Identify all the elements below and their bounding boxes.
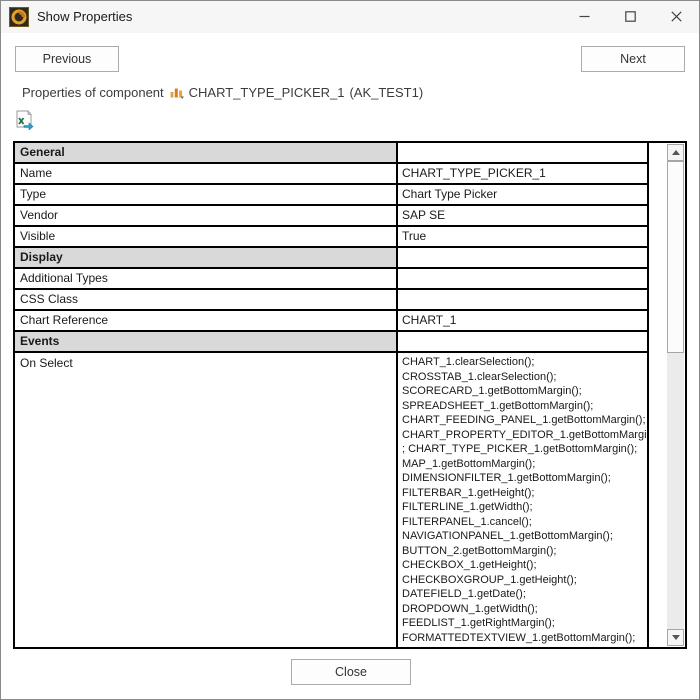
- section-header-label: Display: [15, 248, 398, 267]
- property-value: True: [398, 227, 647, 246]
- property-row: Vendor SAP SE: [15, 206, 647, 227]
- script-code-line: CHART_FEEDING_PANEL_1.getBottomMargin();: [402, 413, 647, 428]
- property-row: Name CHART_TYPE_PICKER_1: [15, 164, 647, 185]
- component-header: Properties of component CHART_TYPE_PICKE…: [22, 85, 423, 100]
- property-row: Type Chart Type Picker: [15, 185, 647, 206]
- script-code-line: MAP_1.getBottomMargin();: [402, 457, 647, 472]
- next-button[interactable]: Next: [581, 46, 685, 72]
- property-label: Additional Types: [15, 269, 398, 288]
- previous-button[interactable]: Previous: [15, 46, 119, 72]
- script-code-line: SCORECARD_1.getBottomMargin();: [402, 384, 647, 399]
- property-label: Chart Reference: [15, 311, 398, 330]
- export-to-excel-icon[interactable]: [15, 110, 34, 130]
- titlebar: Show Properties: [1, 1, 699, 33]
- section-header-label: General: [15, 143, 398, 162]
- property-label: Name: [15, 164, 398, 183]
- property-value: SAP SE: [398, 206, 647, 225]
- property-value: CHART_1.clearSelection();CROSSTAB_1.clea…: [398, 353, 647, 647]
- script-code-line: ; CHART_TYPE_PICKER_1.getBottomMargin();: [402, 442, 647, 457]
- section-header-value: [398, 143, 647, 162]
- minimize-icon: [579, 11, 590, 22]
- sap-lumira-logo-icon: [9, 7, 29, 27]
- script-code-line: DATEFIELD_1.getDate();: [402, 587, 647, 602]
- property-row: Additional Types: [15, 269, 647, 290]
- component-header-prefix: Properties of component: [22, 85, 164, 100]
- vertical-scrollbar[interactable]: [667, 144, 684, 646]
- column-chart-icon: [170, 86, 184, 99]
- property-row: Chart Reference CHART_1: [15, 311, 647, 332]
- scroll-down-arrow-icon: [672, 635, 680, 640]
- scroll-down-button[interactable]: [667, 629, 684, 646]
- scrollbar-thumb[interactable]: [667, 161, 684, 353]
- script-code-line: FILTERBAR_1.getHeight();: [402, 486, 647, 501]
- property-row: Visible True: [15, 227, 647, 248]
- script-code-line: FORMATTEDTEXTVIEW_1.getBottomMargin();: [402, 631, 647, 646]
- maximize-button[interactable]: [607, 1, 653, 33]
- property-row: CSS Class: [15, 290, 647, 311]
- property-row: On Select CHART_1.clearSelection();CROSS…: [15, 353, 647, 647]
- script-code-line: BUTTON_2.getBottomMargin();: [402, 544, 647, 559]
- script-code-line: CHART_1.clearSelection();: [402, 355, 647, 370]
- property-value: CHART_1: [398, 311, 647, 330]
- close-window-button[interactable]: [653, 1, 699, 33]
- section-header-value: [398, 332, 647, 351]
- section-header-row: Display: [15, 248, 647, 269]
- property-label: Vendor: [15, 206, 398, 225]
- property-value: Chart Type Picker: [398, 185, 647, 204]
- properties-grid: General Name CHART_TYPE_PICKER_1 Type Ch…: [13, 141, 687, 649]
- property-value: CHART_TYPE_PICKER_1: [398, 164, 647, 183]
- section-header-label: Events: [15, 332, 398, 351]
- section-header-row: Events: [15, 332, 647, 353]
- property-value: [398, 290, 647, 309]
- script-code-line: DROPDOWN_1.getWidth();: [402, 602, 647, 617]
- script-code-line: FEEDLIST_1.getRightMargin();: [402, 616, 647, 631]
- show-properties-dialog: Show Properties Previous Next Properties…: [0, 0, 700, 700]
- script-code-line: CROSSTAB_1.clearSelection();: [402, 370, 647, 385]
- property-label: Type: [15, 185, 398, 204]
- property-label: CSS Class: [15, 290, 398, 309]
- property-value: [398, 269, 647, 288]
- script-code-line: DIMENSIONFILTER_1.getBottomMargin();: [402, 471, 647, 486]
- properties-table: General Name CHART_TYPE_PICKER_1 Type Ch…: [15, 143, 649, 647]
- script-code-line: SPREADSHEET_1.getBottomMargin();: [402, 399, 647, 414]
- scroll-up-arrow-icon: [672, 150, 680, 155]
- script-code-line: NAVIGATIONPANEL_1.getBottomMargin();: [402, 529, 647, 544]
- maximize-icon: [625, 11, 636, 22]
- close-button[interactable]: Close: [291, 659, 411, 685]
- window-title: Show Properties: [37, 9, 561, 24]
- script-code-line: CHECKBOXGROUP_1.getHeight();: [402, 573, 647, 588]
- section-header-row: General: [15, 143, 647, 164]
- component-name: CHART_TYPE_PICKER_1: [189, 85, 345, 100]
- script-code-line: CHECKBOX_1.getHeight();: [402, 558, 647, 573]
- minimize-button[interactable]: [561, 1, 607, 33]
- property-label: On Select: [15, 353, 398, 647]
- scrollbar-track[interactable]: [667, 161, 684, 629]
- script-code-line: FILTERPANEL_1.cancel();: [402, 515, 647, 530]
- script-code-line: CHART_PROPERTY_EDITOR_1.getBottomMargin(…: [402, 428, 647, 443]
- component-scope: (AK_TEST1): [349, 85, 423, 100]
- section-header-value: [398, 248, 647, 267]
- close-icon: [671, 11, 682, 22]
- scroll-up-button[interactable]: [667, 144, 684, 161]
- property-label: Visible: [15, 227, 398, 246]
- script-code-line: FILTERLINE_1.getWidth();: [402, 500, 647, 515]
